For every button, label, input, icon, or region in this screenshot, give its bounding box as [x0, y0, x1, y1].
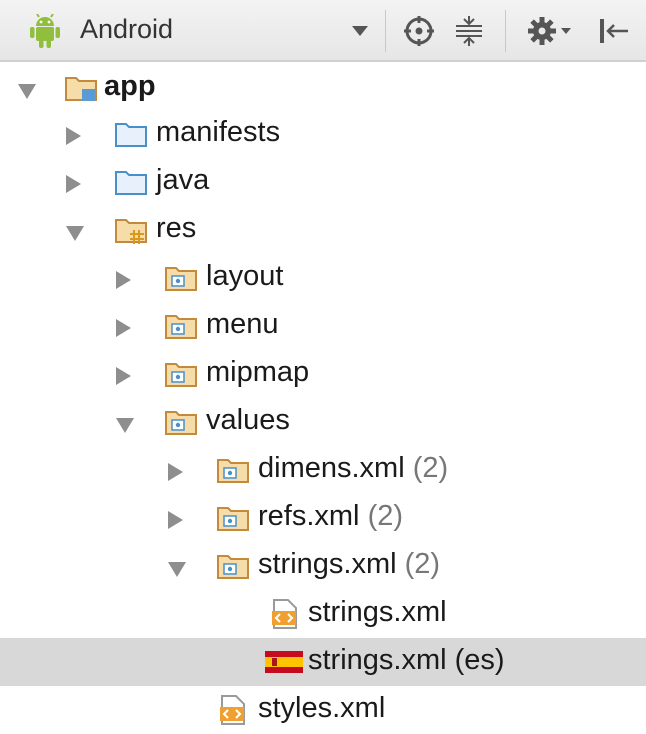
tree-item-label: dimens.xml: [258, 452, 405, 484]
chevron-down-icon[interactable]: [352, 26, 368, 36]
tree-item-label: java: [156, 164, 210, 196]
expand-arrow-icon[interactable]: [116, 418, 134, 433]
tree-item-label: strings.xml (es): [308, 644, 505, 676]
tree-item-label: styles.xml: [258, 692, 386, 724]
tree-item-values[interactable]: values: [0, 398, 646, 446]
scroll-from-source-icon[interactable]: [402, 14, 436, 48]
tree-item-strings-group[interactable]: strings.xml (2): [0, 542, 646, 590]
tree-item-layout[interactable]: layout: [0, 254, 646, 302]
tree-item-label: app: [104, 70, 156, 102]
file-count: (2): [412, 452, 449, 484]
folder-icon: [115, 171, 147, 195]
res-subfolder-icon: [217, 555, 249, 579]
project-view-selector[interactable]: Android: [80, 14, 173, 45]
android-icon: [30, 14, 60, 48]
collapse-all-icon[interactable]: [452, 14, 486, 48]
project-toolbar: Android: [0, 0, 646, 62]
expand-arrow-icon[interactable]: [66, 226, 84, 241]
tree-item-label: values: [206, 404, 290, 436]
res-subfolder-icon: [217, 459, 249, 483]
toolbar-divider: [385, 10, 386, 52]
tree-item-label: mipmap: [206, 356, 310, 388]
res-folder-icon: [115, 219, 147, 244]
collapse-arrow-icon[interactable]: [168, 511, 183, 529]
tree-item-label: refs.xml: [258, 500, 360, 532]
tree-item-label: strings.xml: [308, 596, 447, 628]
res-subfolder-icon: [165, 267, 197, 291]
folder-icon: [115, 123, 147, 147]
module-folder-icon: [65, 77, 97, 101]
tree-item-label: manifests: [156, 116, 281, 148]
res-subfolder-icon: [165, 363, 197, 387]
tree-item-label: menu: [206, 308, 279, 340]
xml-file-icon: [220, 695, 245, 725]
tree-item-res[interactable]: res: [0, 206, 646, 254]
toolbar-divider: [505, 10, 506, 52]
file-count: (2): [367, 500, 404, 532]
project-tree: app manifests java res layout menu mipma…: [0, 62, 646, 725]
tree-item-manifests[interactable]: manifests: [0, 110, 646, 158]
tree-item-app[interactable]: app: [0, 64, 646, 112]
collapse-arrow-icon[interactable]: [66, 127, 81, 145]
tree-item-text: strings.xml (2): [258, 548, 440, 581]
collapse-arrow-icon[interactable]: [116, 319, 131, 337]
res-subfolder-icon: [165, 315, 197, 339]
tree-item-label: strings.xml: [258, 548, 397, 580]
tree-item-strings-default[interactable]: strings.xml: [0, 590, 646, 638]
spain-flag-icon: [265, 651, 303, 673]
tree-item-dimens[interactable]: dimens.xml (2): [0, 446, 646, 494]
tree-item-label: res: [156, 212, 197, 244]
gear-icon[interactable]: [526, 14, 572, 48]
tree-item-java[interactable]: java: [0, 158, 646, 206]
tree-item-styles[interactable]: styles.xml: [0, 686, 646, 734]
expand-arrow-icon[interactable]: [168, 562, 186, 577]
collapse-arrow-icon[interactable]: [168, 463, 183, 481]
res-subfolder-icon: [165, 411, 197, 435]
res-subfolder-icon: [217, 507, 249, 531]
file-count: (2): [404, 548, 441, 580]
tree-item-text: refs.xml (2): [258, 500, 403, 533]
collapse-arrow-icon[interactable]: [66, 175, 81, 193]
tree-item-mipmap[interactable]: mipmap: [0, 350, 646, 398]
collapse-arrow-icon[interactable]: [116, 271, 131, 289]
tree-item-refs[interactable]: refs.xml (2): [0, 494, 646, 542]
hide-panel-icon[interactable]: [596, 14, 630, 48]
tree-item-label: layout: [206, 260, 284, 292]
expand-arrow-icon[interactable]: [18, 84, 36, 99]
tree-item-menu[interactable]: menu: [0, 302, 646, 350]
tree-item-text: dimens.xml (2): [258, 452, 448, 485]
tree-item-strings-es[interactable]: strings.xml (es): [0, 638, 646, 686]
xml-file-icon: [272, 599, 297, 629]
collapse-arrow-icon[interactable]: [116, 367, 131, 385]
